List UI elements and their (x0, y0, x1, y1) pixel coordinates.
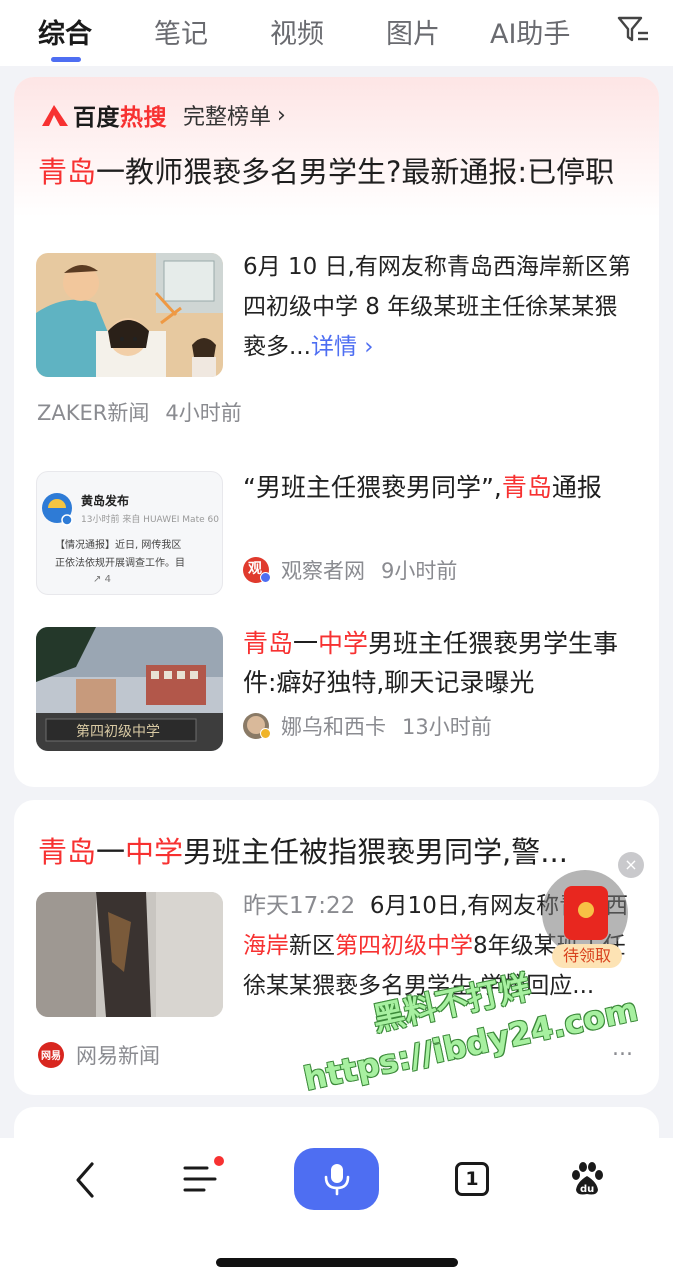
result-date: 昨天17:22 (243, 893, 356, 919)
chevron-right-icon: › (277, 102, 286, 128)
related-title[interactable]: 青岛一中学男班主任猥亵男学生事件:癖好独特,聊天记录曝光 (243, 624, 639, 702)
headline-summary: 6月 10 日,有网友称青岛西海岸新区第四初级中学 8 年级某班主任徐某某猥亵多… (243, 254, 631, 360)
hot-headline[interactable]: 青岛一教师猥亵多名男学生?最新通报:已停职 (38, 152, 638, 193)
baidu-hot-logo: 百度热搜 (40, 98, 167, 132)
headline-thumbnail[interactable] (36, 253, 223, 377)
related-title[interactable]: “男班主任猥亵男同学”,青岛通报 (243, 468, 639, 507)
avatar (243, 713, 271, 739)
logo-text-baidu: 百度 (73, 105, 120, 131)
tabs-icon[interactable]: 1 (455, 1162, 489, 1196)
bottom-navigation-bar: 1 du (0, 1138, 673, 1280)
home-indicator (216, 1258, 458, 1267)
repost-count: ↗ 4 (93, 574, 111, 585)
related-meta: 娜乌和西卡 13小时前 (243, 711, 492, 741)
source-name: 网易新闻 (76, 1044, 160, 1068)
netease-logo: 网易 (38, 1042, 64, 1068)
active-tab-indicator (51, 57, 81, 62)
microphone-icon (324, 1164, 350, 1196)
notification-dot (214, 1156, 224, 1166)
avatar: 观 (243, 557, 271, 583)
tab-images[interactable]: 图片 (386, 12, 440, 51)
menu-icon[interactable] (182, 1162, 220, 1196)
logo-text-hot: 热搜 (120, 105, 167, 131)
svg-text:第四初级中学: 第四初级中学 (76, 723, 160, 740)
voice-search-button[interactable] (294, 1148, 379, 1210)
more-options-icon[interactable]: ... (612, 1036, 633, 1061)
chevron-right-icon: › (364, 334, 374, 360)
source-name: ZAKER新闻 (37, 401, 150, 425)
post-line: 正依法依规开展调查工作。目 (55, 558, 185, 569)
svg-text:du: du (580, 1184, 594, 1195)
tab-ai-assistant[interactable]: AI助手 (490, 12, 570, 51)
top-tab-bar: 综合 笔记 视频 图片 AI助手 (0, 0, 673, 66)
result-thumbnail[interactable] (36, 892, 223, 1017)
timestamp: 9小时前 (381, 559, 458, 583)
hot-search-header: 百度热搜 完整榜单 › (40, 99, 286, 131)
headline-meta: ZAKER新闻 4小时前 (37, 397, 242, 427)
full-list-link[interactable]: 完整榜单 › (183, 99, 286, 131)
tab-notes[interactable]: 笔记 (154, 12, 208, 51)
share-icon: ↗ (93, 574, 102, 585)
red-envelope-icon (564, 886, 608, 940)
timestamp: 13小时前 (402, 715, 492, 739)
hot-search-card: 百度热搜 完整榜单 › 青岛一教师猥亵多名男学生?最新通报:已停职 6月 10 … (14, 77, 659, 787)
baidu-paw-icon[interactable]: du (568, 1160, 606, 1198)
related-meta: 观 观察者网 9小时前 (243, 555, 457, 585)
related-thumbnail-screenshot[interactable]: 黄岛发布 13小时前 来自 HUAWEI Mate 60 【情况通报】近日, 网… (36, 471, 223, 595)
hot-flame-icon (42, 105, 68, 126)
details-link[interactable]: 详情 › (311, 334, 374, 360)
related-thumbnail-school[interactable]: 第四初级中学 (36, 627, 223, 751)
post-meta: 13小时前 来自 HUAWEI Mate 60 (81, 515, 219, 525)
tab-videos[interactable]: 视频 (270, 12, 324, 51)
source-name: 观察者网 (281, 559, 365, 583)
filter-icon[interactable] (616, 14, 650, 44)
result-title[interactable]: 青岛一中学男班主任被指猥亵男同学,警... (38, 832, 618, 873)
source-name: 娜乌和西卡 (281, 715, 386, 739)
post-line: 【情况通报】近日, 网传我区 (55, 540, 182, 551)
timestamp: 4小时前 (165, 401, 242, 425)
account-name: 黄岛发布 (81, 494, 130, 508)
result-meta: 网易 网易新闻 (38, 1040, 160, 1070)
back-icon[interactable] (70, 1160, 100, 1200)
tab-all[interactable]: 综合 (38, 12, 92, 51)
